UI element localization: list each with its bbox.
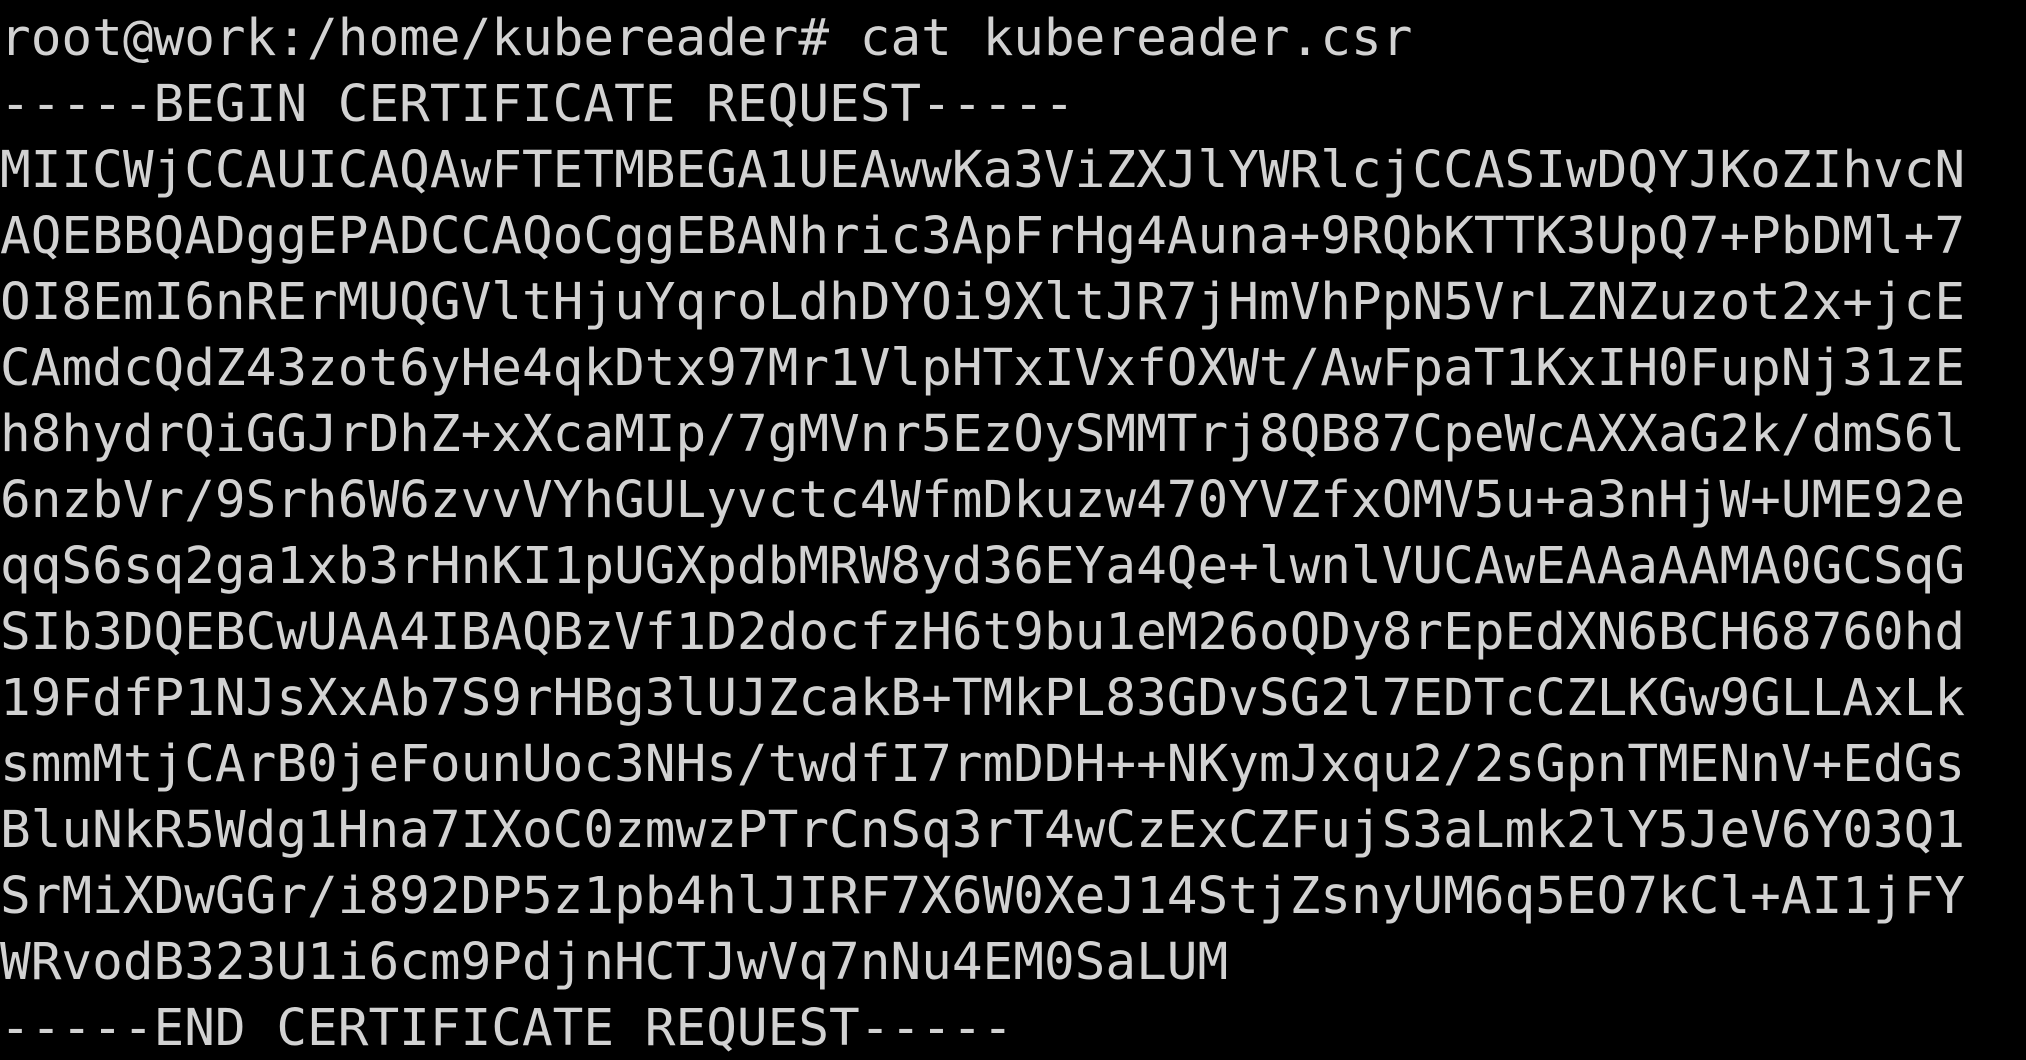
command-line: root@work:/home/kubereader# cat kuberead… [0, 6, 1965, 72]
command-text: cat kubereader.csr [859, 9, 1413, 68]
output-line: AQEBBQADggEPADCCAQoCggEBANhric3ApFrHg4Au… [0, 207, 1966, 266]
output-line: SIb3DQEBCwUAA4IBAQBzVf1D2docfzH6t9bu1eM2… [0, 603, 1966, 662]
output-line: qqS6sq2ga1xb3rHnKI1pUGXpdbMRW8yd36EYa4Qe… [0, 537, 1966, 596]
output-line: h8hydrQiGGJrDhZ+xXcaMIp/7gMVnr5EzOySMMTr… [0, 405, 1966, 464]
output-line: WRvodB323U1i6cm9PdjnHCTJwVq7nNu4EM0SaLUM [0, 933, 1229, 992]
output-line: MIICWjCCAUICAQAwFTETMBEGA1UEAwwKa3ViZXJl… [0, 141, 1966, 200]
output-line: OI8EmI6nRErMUQGVltHjuYqroLdhDYOi9XltJR7j… [0, 273, 1966, 332]
terminal-window[interactable]: root@work:/home/kubereader# cat kuberead… [0, 0, 2026, 1060]
output-line: BluNkR5Wdg1Hna7IXoC0zmwzPTrCnSq3rT4wCzEx… [0, 801, 1966, 860]
terminal-output: root@work:/home/kubereader# cat kuberead… [0, 0, 1965, 1060]
output-line-begin-marker: -----BEGIN CERTIFICATE REQUEST----- [0, 75, 1075, 134]
output-line: 6nzbVr/9Srh6W6zvvVYhGULyvctc4WfmDkuzw470… [0, 471, 1966, 530]
output-line: smmMtjCArB0jeFounUoc3NHs/twdfI7rmDDH++NK… [0, 735, 1966, 794]
output-line: 19FdfP1NJsXxAb7S9rHBg3lUJZcakB+TMkPL83GD… [0, 669, 1966, 728]
output-line: CAmdcQdZ43zot6yHe4qkDtx97Mr1VlpHTxIVxfOX… [0, 339, 1966, 398]
output-line-end-marker: -----END CERTIFICATE REQUEST----- [0, 999, 1014, 1058]
shell-prompt: root@work:/home/kubereader# [0, 9, 830, 68]
output-line: SrMiXDwGGr/i892DP5z1pb4hlJIRF7X6W0XeJ14S… [0, 867, 1966, 926]
